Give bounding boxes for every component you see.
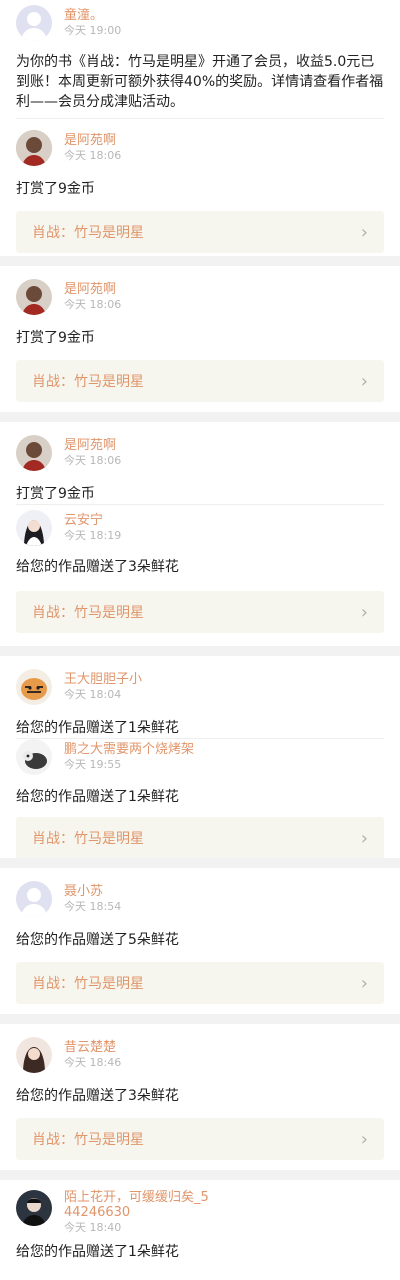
separator xyxy=(0,256,400,266)
message-text: 给您的作品赠送了1朵鲜花 xyxy=(16,789,179,805)
message-time: 今天 18:46 xyxy=(64,1056,122,1069)
chevron-right-icon: › xyxy=(360,221,368,243)
message-text: 打赏了9金币 xyxy=(16,330,95,346)
notification-card: 聂小苏 今天 18:54 给您的作品赠送了5朵鲜花 肖战：竹马是明星 › xyxy=(0,868,400,1014)
sender-name[interactable]: 鹏之大需要两个烧烤架 xyxy=(64,742,194,757)
user-avatar[interactable] xyxy=(16,669,52,705)
user-avatar[interactable] xyxy=(16,130,52,166)
user-avatar[interactable] xyxy=(16,1190,52,1226)
book-title: 肖战：竹马是明星 xyxy=(32,831,144,847)
notification-card: 昔云楚楚 今天 18:46 给您的作品赠送了3朵鲜花 肖战：竹马是明星 › xyxy=(0,1024,400,1170)
sender-name[interactable]: 云安宁 xyxy=(64,513,121,528)
chevron-right-icon: › xyxy=(360,601,368,623)
message-item: 陌上花开，可缓缓归矣_544246630 今天 18:40 给您的作品赠送了1朵… xyxy=(16,1180,384,1262)
message-time: 今天 19:00 xyxy=(64,24,122,37)
message-item: 聂小苏 今天 18:54 给您的作品赠送了5朵鲜花 xyxy=(16,868,384,950)
user-avatar[interactable] xyxy=(16,739,52,775)
message-item: 王大胆胆子小 今天 18:04 给您的作品赠送了1朵鲜花 xyxy=(16,656,384,738)
sender-name[interactable]: 是阿苑啊 xyxy=(64,282,121,297)
message-text: 给您的作品赠送了3朵鲜花 xyxy=(16,1088,179,1104)
message-text: 给您的作品赠送了1朵鲜花 xyxy=(16,1244,179,1260)
user-avatar[interactable] xyxy=(16,435,52,471)
notification-card: 是阿苑啊 今天 18:06 打赏了9金币 肖战：竹马是明星 › xyxy=(0,118,400,256)
book-title: 肖战：竹马是明星 xyxy=(32,225,144,241)
separator xyxy=(0,858,400,868)
message-item: 云安宁 今天 18:19 给您的作品赠送了3朵鲜花 xyxy=(16,504,384,577)
sender-name[interactable]: 童潼。 xyxy=(64,8,121,23)
book-link[interactable]: 肖战：竹马是明星 › xyxy=(16,591,384,633)
notification-card: 是阿苑啊 今天 18:06 打赏了9金币 肖战：竹马是明星 › xyxy=(0,266,400,412)
notification-card: 王大胆胆子小 今天 18:04 给您的作品赠送了1朵鲜花 鹏之大需要两个烧烤架 … xyxy=(0,656,400,859)
chevron-right-icon: › xyxy=(360,827,368,849)
book-title: 肖战：竹马是明星 xyxy=(32,1132,144,1148)
book-title: 肖战：竹马是明星 xyxy=(32,976,144,992)
chevron-right-icon: › xyxy=(360,1128,368,1150)
message-time: 今天 18:06 xyxy=(64,298,122,311)
sender-name[interactable]: 聂小苏 xyxy=(64,884,121,899)
message-time: 今天 18:04 xyxy=(64,688,122,701)
user-avatar[interactable] xyxy=(16,1037,52,1073)
default-avatar[interactable] xyxy=(16,5,52,41)
user-avatar[interactable] xyxy=(16,510,52,546)
separator xyxy=(0,412,400,422)
separator xyxy=(0,1014,400,1024)
message-item: 是阿苑啊 今天 18:06 打赏了9金币 xyxy=(16,266,384,348)
chevron-right-icon: › xyxy=(360,972,368,994)
sender-name[interactable]: 是阿苑啊 xyxy=(64,133,121,148)
notification-card: 陌上花开，可缓缓归矣_544246630 今天 18:40 给您的作品赠送了1朵… xyxy=(0,1180,400,1280)
message-text: 打赏了9金币 xyxy=(16,181,95,197)
message-text: 给您的作品赠送了5朵鲜花 xyxy=(16,932,179,948)
notice-body: 为你的书《肖战：竹马是明星》开通了会员，收益5.0元已到账！本周更新可额外获得4… xyxy=(16,54,384,110)
separator xyxy=(0,1170,400,1180)
message-time: 今天 18:40 xyxy=(64,1221,122,1234)
message-time: 今天 18:06 xyxy=(64,149,122,162)
message-text: 打赏了9金币 xyxy=(16,486,95,502)
chevron-right-icon: › xyxy=(360,370,368,392)
book-link[interactable]: 肖战：竹马是明星 › xyxy=(16,962,384,1004)
sender-name[interactable]: 是阿苑啊 xyxy=(64,438,121,453)
message-text: 给您的作品赠送了1朵鲜花 xyxy=(16,720,179,736)
book-link[interactable]: 肖战：竹马是明星 › xyxy=(16,1118,384,1160)
message-time: 今天 18:54 xyxy=(64,900,122,913)
separator xyxy=(0,646,400,656)
message-item: 是阿苑啊 今天 18:06 打赏了9金币 xyxy=(16,118,384,199)
message-item: 昔云楚楚 今天 18:46 给您的作品赠送了3朵鲜花 xyxy=(16,1024,384,1106)
system-notice-card: 童潼。 今天 19:00 为你的书《肖战：竹马是明星》开通了会员，收益5.0元已… xyxy=(0,0,400,118)
sender-name[interactable]: 昔云楚楚 xyxy=(64,1040,121,1055)
book-link[interactable]: 肖战：竹马是明星 › xyxy=(16,211,384,253)
book-link[interactable]: 肖战：竹马是明星 › xyxy=(16,817,384,859)
user-avatar[interactable] xyxy=(16,279,52,315)
message-item: 鹏之大需要两个烧烤架 今天 19:55 给您的作品赠送了1朵鲜花 xyxy=(16,738,384,807)
default-avatar[interactable] xyxy=(16,881,52,917)
message-time: 今天 18:06 xyxy=(64,454,122,467)
message-time: 今天 19:55 xyxy=(64,758,122,771)
notification-card: 是阿苑啊 今天 18:06 打赏了9金币 云安宁 今天 18:19 给您的作品赠… xyxy=(0,422,400,646)
sender-name[interactable]: 王大胆胆子小 xyxy=(64,672,142,687)
book-title: 肖战：竹马是明星 xyxy=(32,374,144,390)
message-time: 今天 18:19 xyxy=(64,529,122,542)
book-link[interactable]: 肖战：竹马是明星 › xyxy=(16,360,384,402)
message-text: 给您的作品赠送了3朵鲜花 xyxy=(16,559,179,575)
message-item: 是阿苑啊 今天 18:06 打赏了9金币 xyxy=(16,422,384,504)
sender-name[interactable]: 陌上花开，可缓缓归矣_544246630 xyxy=(64,1190,214,1220)
book-title: 肖战：竹马是明星 xyxy=(32,605,144,621)
